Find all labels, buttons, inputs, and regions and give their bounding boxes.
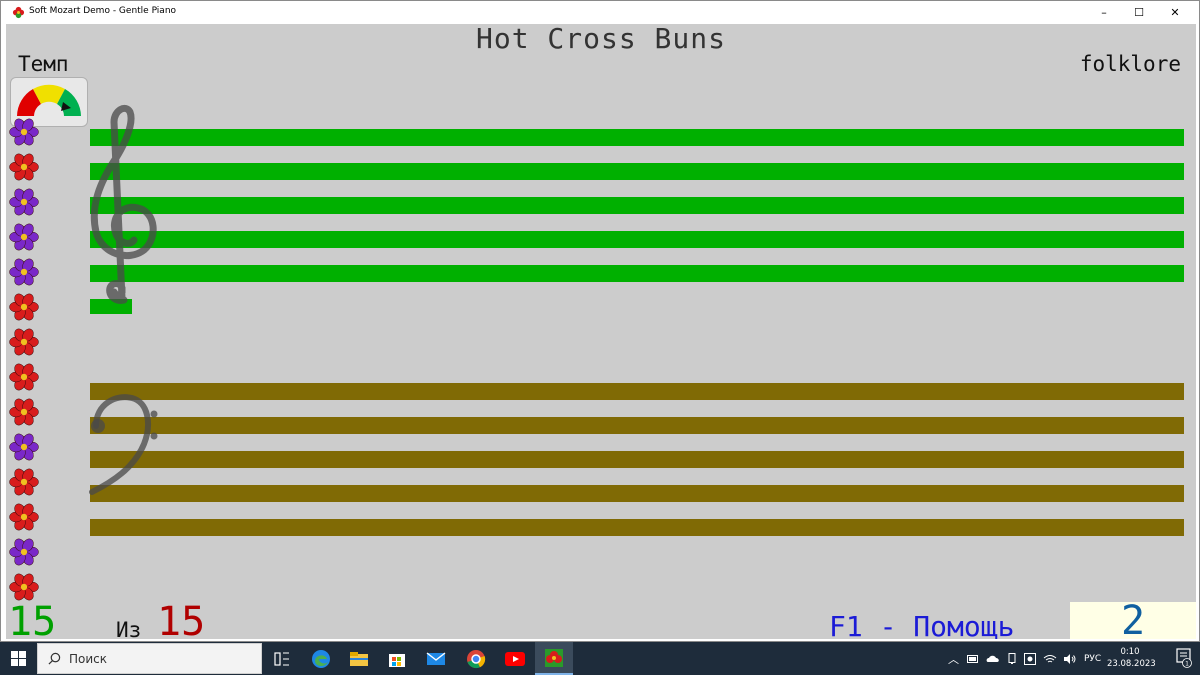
wifi-icon[interactable] — [1043, 654, 1057, 664]
clock-time: 0:10 — [1120, 647, 1140, 657]
notes-played-count: 15 — [8, 599, 57, 639]
purple-flower-icon — [9, 118, 39, 146]
bass-staff-line — [90, 519, 1184, 536]
bass-staff-line — [90, 485, 1184, 502]
window-title: Soft Mozart Demo - Gentle Piano — [29, 6, 177, 16]
task-view-button[interactable] — [263, 642, 301, 675]
red-flower-icon — [9, 363, 39, 391]
tempo-label: Темп — [18, 52, 69, 76]
edge-button[interactable] — [302, 642, 340, 675]
chrome-icon — [467, 649, 486, 668]
minimize-button[interactable]: – — [1087, 1, 1121, 24]
notification-count: 1 — [1185, 661, 1189, 668]
composer-label: folklore — [1079, 52, 1181, 76]
music-canvas[interactable]: Hot Cross Buns Темп folklore 15 Из 15 F1… — [6, 24, 1196, 639]
purple-flower-icon — [9, 538, 39, 566]
windows-logo-icon — [11, 651, 26, 666]
system-tray: ︿ РУС — [948, 642, 1101, 675]
taskbar: Поиск ︿ РУС 0:10 23.08.2023 1 — [0, 642, 1200, 675]
purple-flower-icon — [9, 223, 39, 251]
score-display: 2 — [1070, 598, 1196, 639]
taskbar-search[interactable]: Поиск — [37, 643, 262, 674]
soft-mozart-taskbar-button[interactable] — [535, 642, 573, 675]
mail-button[interactable] — [417, 642, 455, 675]
youtube-icon — [505, 651, 525, 666]
red-flower-icon — [9, 153, 39, 181]
treble-staff-line — [90, 231, 1184, 248]
red-flower-icon — [9, 503, 39, 531]
clock-date: 23.08.2023 — [1107, 659, 1156, 669]
start-button[interactable] — [0, 642, 37, 675]
store-icon — [389, 653, 405, 667]
battery-icon[interactable] — [967, 654, 979, 663]
song-title: Hot Cross Buns — [475, 24, 726, 55]
bass-staff-line — [90, 383, 1184, 400]
app-flower-icon — [12, 6, 25, 19]
youtube-button[interactable] — [496, 642, 534, 675]
search-placeholder: Поиск — [69, 652, 108, 666]
red-flower-icon — [9, 468, 39, 496]
volume-icon[interactable] — [1064, 653, 1076, 664]
treble-staff-line — [90, 163, 1184, 180]
red-flower-icon — [9, 328, 39, 356]
purple-flower-icon — [9, 433, 39, 461]
app-window: Soft Mozart Demo - Gentle Piano – ☐ ✕ Ho… — [0, 0, 1200, 642]
treble-clef-icon — [90, 104, 157, 304]
maximize-button[interactable]: ☐ — [1122, 1, 1156, 24]
purple-flower-icon — [9, 188, 39, 216]
usb-device-icon[interactable] — [1007, 653, 1017, 664]
chevron-up-icon[interactable]: ︿ — [948, 651, 959, 667]
notification-center-icon[interactable]: 1 — [1176, 648, 1192, 668]
chrome-button[interactable] — [457, 642, 495, 675]
purple-flower-icon — [9, 258, 39, 286]
store-button[interactable] — [378, 642, 416, 675]
security-icon[interactable] — [1024, 652, 1036, 665]
of-label: Из — [116, 618, 142, 639]
mail-icon — [426, 651, 446, 665]
red-flower-icon — [9, 398, 39, 426]
treble-staff-line — [90, 197, 1184, 214]
close-button[interactable]: ✕ — [1158, 1, 1192, 24]
file-explorer-icon — [350, 651, 368, 666]
edge-icon — [312, 649, 330, 668]
task-view-icon — [274, 651, 289, 666]
taskbar-clock[interactable]: 0:10 23.08.2023 — [1107, 646, 1156, 670]
bass-staff-line — [90, 417, 1184, 434]
title-bar[interactable]: Soft Mozart Demo - Gentle Piano – ☐ ✕ — [1, 1, 1199, 24]
soft-mozart-icon — [545, 648, 563, 667]
search-icon — [48, 652, 61, 665]
notes-total-count: 15 — [157, 599, 206, 639]
treble-staff-line — [90, 129, 1184, 146]
bass-staff-line — [90, 451, 1184, 468]
help-hint[interactable]: F1 - Помощь — [829, 610, 1014, 639]
red-flower-icon — [9, 293, 39, 321]
bass-clef-icon — [89, 394, 158, 495]
treble-staff-line — [90, 265, 1184, 282]
language-indicator[interactable]: РУС — [1084, 654, 1101, 664]
onedrive-icon[interactable] — [986, 654, 1000, 663]
file-explorer-button[interactable] — [340, 642, 378, 675]
